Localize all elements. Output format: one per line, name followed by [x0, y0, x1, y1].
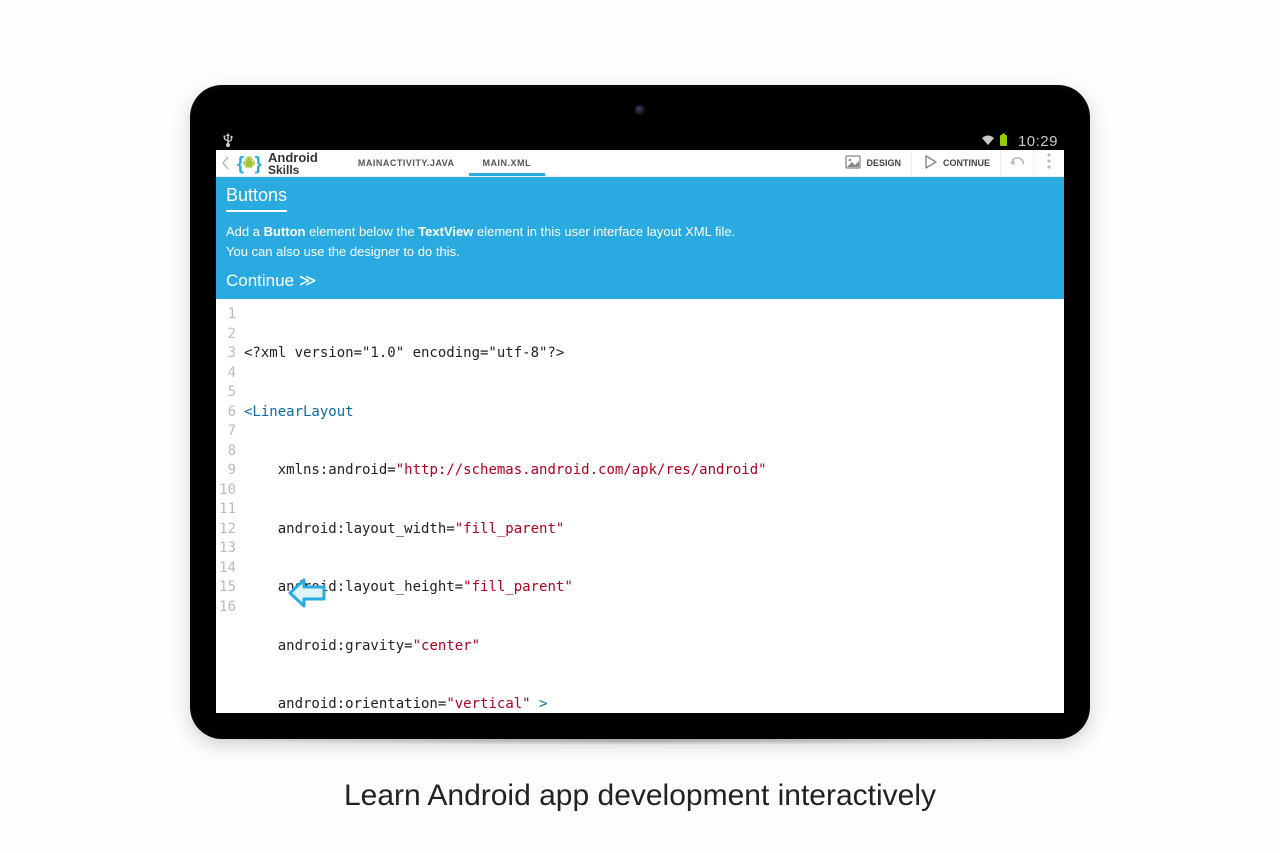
instr-bold1: Button [264, 224, 306, 239]
overflow-icon [1047, 153, 1051, 174]
usb-icon [222, 133, 234, 150]
continue-label: CONTINUE [943, 158, 990, 168]
undo-icon [1009, 154, 1025, 172]
image-icon [845, 154, 861, 172]
instr-bold2: TextView [418, 224, 473, 239]
overflow-menu-button[interactable] [1034, 150, 1064, 176]
promo-caption: Learn Android app development interactiv… [344, 779, 936, 813]
app-title-line1: Android [268, 151, 318, 164]
undo-button[interactable] [1001, 150, 1033, 176]
code-line-3a: xmlns:android [278, 462, 388, 478]
code-line-2: <LinearLayout [244, 404, 354, 420]
code-editor[interactable]: 12345678910111213141516 <?xml version="1… [216, 299, 1064, 713]
design-button[interactable]: DESIGN [835, 150, 911, 176]
code-area[interactable]: <?xml version="1.0" encoding="utf-8"?> <… [240, 299, 767, 713]
line-gutter: 12345678910111213141516 [216, 299, 240, 713]
code-line-7a: android:orientation [278, 696, 438, 712]
code-line-6a: android:gravity [278, 638, 404, 654]
code-line-7c: > [531, 696, 548, 712]
continue-button[interactable]: CONTINUE [912, 150, 1000, 176]
lesson-continue-link[interactable]: Continue ≫ [226, 271, 1054, 291]
code-line-6v: "center" [413, 638, 480, 654]
app-logo-icon: { } [236, 150, 262, 176]
instr-prefix: Add a [226, 224, 264, 239]
lesson-title: Buttons [226, 185, 287, 212]
back-chevron-icon [220, 154, 230, 172]
wifi-icon [981, 134, 995, 149]
svg-text:{: { [237, 153, 244, 174]
instr-line2: You can also use the designer to do this… [226, 244, 460, 259]
code-line-5a: android:layout_height [278, 579, 455, 595]
code-line-7v: "vertical" [446, 696, 530, 712]
code-line-3v: "http://schemas.android.com/apk/res/andr… [396, 462, 767, 478]
code-line-4a: android:layout_width [278, 521, 447, 537]
tablet-frame: 10:29 { } Android Skills [190, 85, 1090, 739]
svg-text:}: } [255, 153, 262, 174]
lesson-instruction: Add a Button element below the TextView … [226, 222, 1054, 261]
status-bar: 10:29 [216, 133, 1064, 150]
continue-link-label: Continue ≫ [226, 271, 317, 291]
tab-mainactivity-java[interactable]: MAINACTIVITY.JAVA [344, 150, 469, 176]
action-bar: { } Android Skills MAINACTIVITY.JAVA MAI… [216, 150, 1064, 177]
lesson-panel: Buttons Add a Button element below the T… [216, 177, 1064, 299]
play-icon [922, 154, 938, 172]
code-line-5v: "fill_parent" [463, 579, 573, 595]
app-title-line2: Skills [268, 164, 318, 176]
tab-main-xml[interactable]: MAIN.XML [469, 150, 546, 176]
clock: 10:29 [1018, 133, 1058, 150]
code-line-1: <?xml version="1.0" encoding="utf-8"?> [244, 345, 564, 361]
code-line-4v: "fill_parent" [455, 521, 565, 537]
battery-icon [999, 133, 1008, 150]
instr-suffix: element in this user interface layout XM… [473, 224, 735, 239]
device-screen: 10:29 { } Android Skills [216, 133, 1064, 713]
design-label: DESIGN [866, 158, 901, 168]
instr-mid: element below the [305, 224, 418, 239]
camera-dot [635, 105, 645, 115]
app-up-button[interactable]: { } Android Skills [216, 150, 326, 176]
